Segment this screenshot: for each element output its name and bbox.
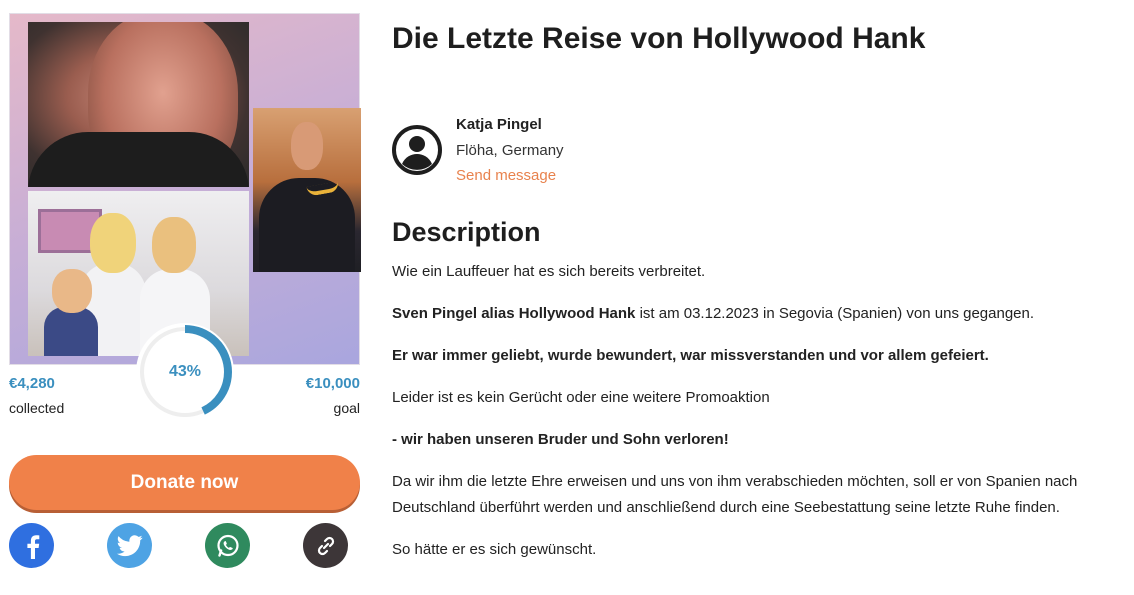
description-paragraph: - wir haben unseren Bruder und Sohn verl… — [392, 427, 1120, 453]
photo-portrait-standing — [253, 108, 361, 272]
description-paragraph: Er war immer geliebt, wurde bewundert, w… — [392, 343, 1120, 369]
campaign-title: Die Letzte Reise von Hollywood Hank — [392, 22, 926, 55]
description-paragraph: Leider ist es kein Gerücht oder eine wei… — [392, 389, 770, 406]
share-bar — [9, 523, 360, 571]
send-message-link[interactable]: Send message — [456, 167, 556, 184]
campaign-photo-collage — [9, 13, 361, 365]
organizer-card: Katja Pingel Flöha, Germany Send message — [392, 115, 792, 185]
description-body: Wie ein Lauffeuer hat es sich bereits ve… — [392, 259, 1120, 579]
twitter-icon — [116, 534, 143, 556]
raised-stat: €4,280 collected — [9, 375, 64, 416]
progress-percent: 43% — [168, 363, 202, 380]
raised-label: collected — [9, 400, 65, 416]
progress-ring: 43% — [136, 323, 234, 421]
organizer-name: Katja Pingel — [456, 116, 542, 133]
description-paragraph: Wie ein Lauffeuer hat es sich bereits ve… — [392, 263, 706, 280]
donate-button[interactable]: Donate now — [9, 455, 360, 510]
facebook-icon — [26, 534, 39, 559]
description-bold-text: Sven Pingel alias Hollywood Hank — [392, 305, 636, 322]
description-paragraph: Da wir ihm die letzte Ehre erweisen und … — [392, 473, 1078, 516]
whatsapp-icon — [216, 534, 239, 557]
facebook-share-button[interactable] — [9, 523, 54, 568]
goal-stat: €10,000 goal — [306, 375, 360, 416]
campaign-sidebar: €4,280 collected 43% €10,000 goal Donate… — [9, 13, 361, 571]
link-icon — [317, 536, 334, 555]
description-paragraph: So hätte er es sich gewünscht. — [392, 541, 597, 558]
copy-link-button[interactable] — [303, 523, 348, 568]
goal-amount: €10,000 — [305, 375, 360, 392]
funding-stats: €4,280 collected 43% €10,000 goal — [9, 323, 360, 455]
description-bold-text: - wir haben unseren Bruder und Sohn verl… — [392, 431, 729, 448]
whatsapp-share-button[interactable] — [205, 523, 250, 568]
description-text: ist am 03.12.2023 in Segovia (Spanien) v… — [635, 305, 1035, 322]
description-heading: Description — [392, 217, 541, 247]
raised-amount: €4,280 — [9, 375, 55, 392]
description-bold-text: Er war immer geliebt, wurde bewundert, w… — [392, 347, 989, 364]
organizer-location: Flöha, Germany — [456, 142, 564, 159]
avatar-icon — [392, 125, 442, 175]
goal-label: goal — [333, 400, 360, 416]
description-paragraph: Sven Pingel alias Hollywood Hank ist am … — [392, 301, 1120, 327]
twitter-share-button[interactable] — [107, 523, 152, 568]
photo-portrait-closeup — [28, 22, 249, 187]
